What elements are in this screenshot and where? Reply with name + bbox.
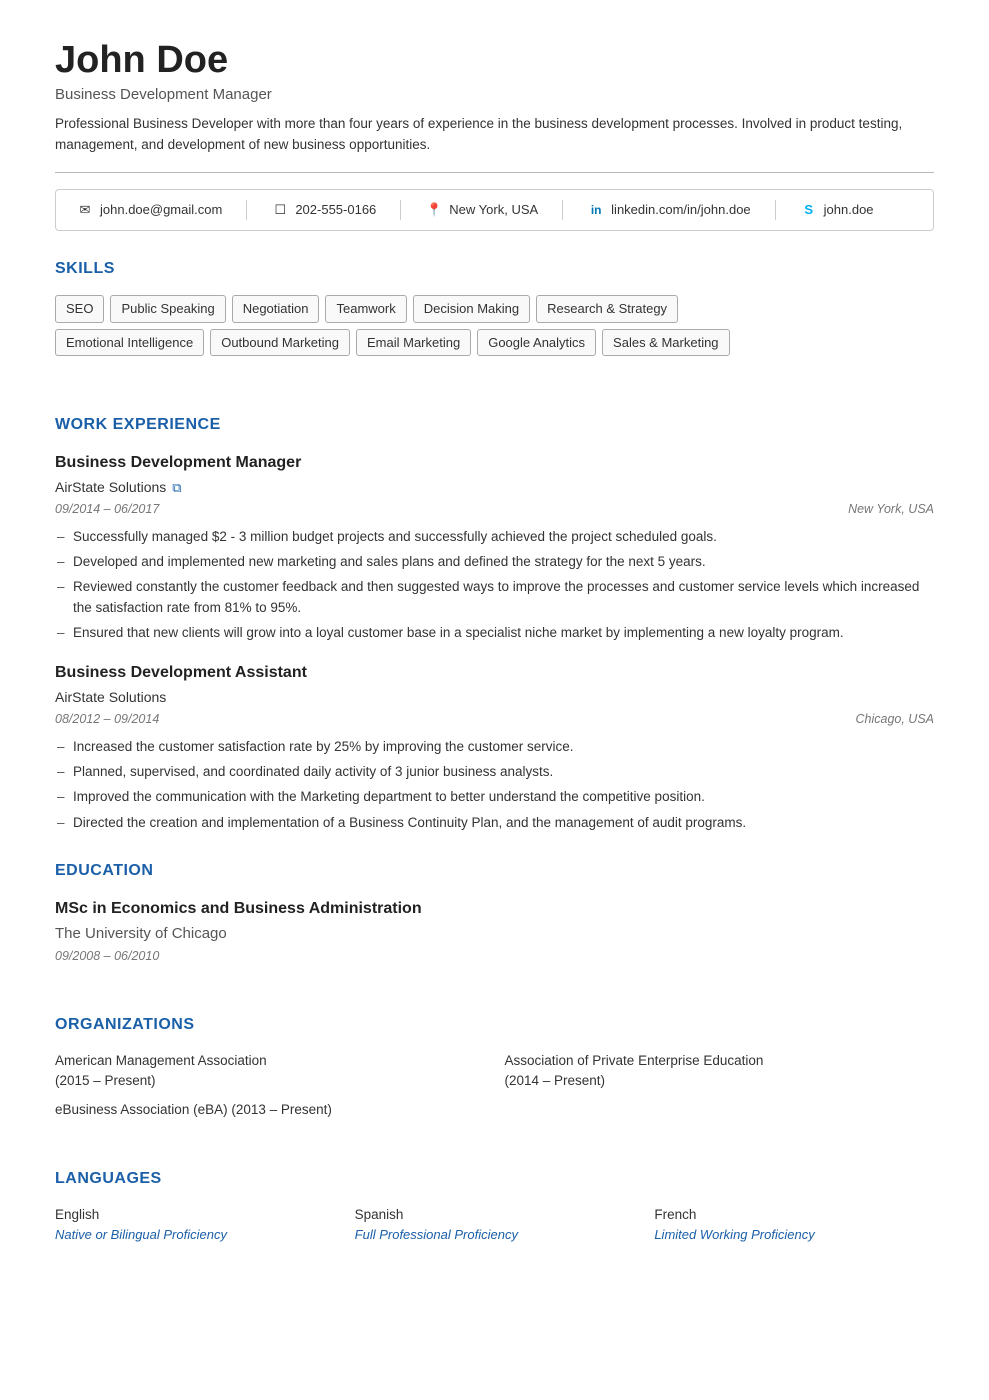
- resume-summary: Professional Business Developer with mor…: [55, 114, 934, 156]
- languages-section-title: LANGUAGES: [55, 1167, 934, 1191]
- skill-tag: Outbound Marketing: [210, 329, 350, 357]
- skill-tag: Email Marketing: [356, 329, 471, 357]
- skill-tag: Google Analytics: [477, 329, 596, 357]
- work-experience-container: Business Development ManagerAirState Sol…: [55, 451, 934, 833]
- edu-dates: 09/2008 – 06/2010: [55, 947, 934, 966]
- header-divider: [55, 172, 934, 173]
- language-name: French: [654, 1205, 934, 1225]
- divider-3: [562, 200, 563, 220]
- skill-tag: Research & Strategy: [536, 295, 678, 323]
- job-meta: 08/2012 – 09/2014 Chicago, USA: [55, 710, 934, 729]
- job-dates: 08/2012 – 09/2014: [55, 710, 159, 729]
- language-level: Native or Bilingual Proficiency: [55, 1225, 335, 1245]
- job-block: Business Development AssistantAirState S…: [55, 661, 934, 833]
- education-block: MSc in Economics and Business Administra…: [55, 897, 934, 966]
- language-level: Limited Working Proficiency: [654, 1225, 934, 1245]
- work-experience-section-title: WORK EXPERIENCE: [55, 413, 934, 437]
- job-block: Business Development ManagerAirState Sol…: [55, 451, 934, 643]
- external-link-icon[interactable]: ⧉: [172, 478, 181, 498]
- company-name: AirState Solutions⧉: [55, 477, 934, 498]
- job-bullet: Improved the communication with the Mark…: [55, 787, 934, 807]
- company-name: AirState Solutions: [55, 687, 934, 708]
- language-name: Spanish: [355, 1205, 635, 1225]
- divider-2: [400, 200, 401, 220]
- contact-email: ✉ john.doe@gmail.com: [76, 200, 222, 220]
- job-dates: 09/2014 – 06/2017: [55, 500, 159, 519]
- organizations-section-title: ORGANIZATIONS: [55, 1013, 934, 1037]
- edu-school: The University of Chicago: [55, 923, 934, 946]
- org-item: eBusiness Association (eBA) (2013 – Pres…: [55, 1100, 485, 1120]
- skype-icon: S: [800, 201, 818, 219]
- language-level: Full Professional Proficiency: [355, 1225, 635, 1245]
- language-name: English: [55, 1205, 335, 1225]
- skills-row-2: Emotional IntelligenceOutbound Marketing…: [55, 329, 934, 357]
- job-bullet: Reviewed constantly the customer feedbac…: [55, 577, 934, 618]
- org-name: eBusiness Association (eBA) (2013 – Pres…: [55, 1102, 332, 1117]
- skill-tag: Public Speaking: [110, 295, 225, 323]
- job-bullets: Successfully managed $2 - 3 million budg…: [55, 527, 934, 643]
- phone-icon: ☐: [271, 201, 289, 219]
- organizations-container: American Management Association (2015 – P…: [55, 1051, 934, 1120]
- contact-location: 📍 New York, USA: [425, 200, 538, 220]
- contact-linkedin: in linkedin.com/in/john.doe: [587, 200, 750, 220]
- job-bullet: Directed the creation and implementation…: [55, 813, 934, 833]
- skill-tag: Negotiation: [232, 295, 320, 323]
- job-bullets: Increased the customer satisfaction rate…: [55, 737, 934, 833]
- org-name: American Management Association: [55, 1053, 267, 1068]
- contact-phone: ☐ 202-555-0166: [271, 200, 376, 220]
- job-bullet: Planned, supervised, and coordinated dai…: [55, 762, 934, 782]
- education-section-title: EDUCATION: [55, 859, 934, 883]
- language-item: FrenchLimited Working Proficiency: [654, 1205, 934, 1245]
- resume-title: Business Development Manager: [55, 84, 934, 107]
- job-location: Chicago, USA: [855, 710, 934, 729]
- skills-section-title: SKILLS: [55, 257, 934, 281]
- contact-skype: S john.doe: [800, 200, 874, 220]
- edu-degree: MSc in Economics and Business Administra…: [55, 897, 934, 921]
- org-dates: (2014 – Present): [505, 1073, 606, 1088]
- resume-name: John Doe: [55, 40, 934, 82]
- job-bullet: Increased the customer satisfaction rate…: [55, 737, 934, 757]
- job-bullet: Developed and implemented new marketing …: [55, 552, 934, 572]
- location-icon: 📍: [425, 201, 443, 219]
- skill-tag: Teamwork: [325, 295, 406, 323]
- job-title: Business Development Assistant: [55, 661, 934, 685]
- org-item: Association of Private Enterprise Educat…: [505, 1051, 935, 1090]
- skill-tag: Sales & Marketing: [602, 329, 730, 357]
- job-bullet: Successfully managed $2 - 3 million budg…: [55, 527, 934, 547]
- divider-1: [246, 200, 247, 220]
- email-icon: ✉: [76, 201, 94, 219]
- job-location: New York, USA: [848, 500, 934, 519]
- contact-bar: ✉ john.doe@gmail.com ☐ 202-555-0166 📍 Ne…: [55, 189, 934, 231]
- org-item: American Management Association (2015 – P…: [55, 1051, 485, 1090]
- job-meta: 09/2014 – 06/2017 New York, USA: [55, 500, 934, 519]
- org-name: Association of Private Enterprise Educat…: [505, 1053, 764, 1068]
- skill-tag: SEO: [55, 295, 104, 323]
- skills-row-1: SEOPublic SpeakingNegotiationTeamworkDec…: [55, 295, 934, 323]
- job-title: Business Development Manager: [55, 451, 934, 475]
- skill-tag: Decision Making: [413, 295, 530, 323]
- linkedin-icon: in: [587, 201, 605, 219]
- job-bullet: Ensured that new clients will grow into …: [55, 623, 934, 643]
- education-container: MSc in Economics and Business Administra…: [55, 897, 934, 966]
- skills-container: SEOPublic SpeakingNegotiationTeamworkDec…: [55, 295, 934, 356]
- org-dates: (2015 – Present): [55, 1073, 156, 1088]
- skill-tag: Emotional Intelligence: [55, 329, 204, 357]
- languages-container: EnglishNative or Bilingual Proficiency Sp…: [55, 1205, 934, 1245]
- language-item: SpanishFull Professional Proficiency: [355, 1205, 635, 1245]
- divider-4: [775, 200, 776, 220]
- language-item: EnglishNative or Bilingual Proficiency: [55, 1205, 335, 1245]
